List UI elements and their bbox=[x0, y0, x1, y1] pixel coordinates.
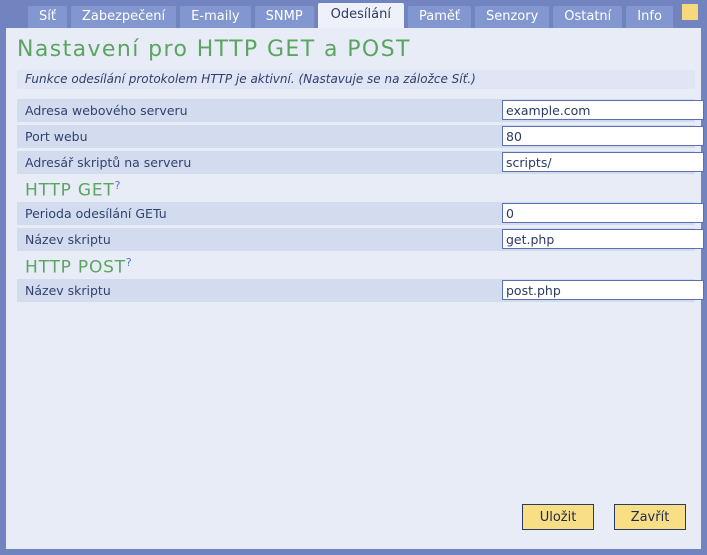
tab-zabezpe-en-[interactable]: Zabezpečení bbox=[70, 6, 177, 28]
close-button[interactable]: Zavřít bbox=[614, 504, 686, 530]
section-title-http-post: HTTP POST? bbox=[25, 256, 132, 278]
tab-ostatn-[interactable]: Ostatní bbox=[553, 6, 623, 28]
field-label-server-0: Adresa webového serveru bbox=[25, 103, 188, 118]
field-label-get-1: Název skriptu bbox=[25, 232, 111, 247]
section-title-text: HTTP GET bbox=[25, 180, 115, 201]
form-row: Port webu bbox=[17, 125, 704, 148]
section-header-http-get: HTTP GET? bbox=[17, 177, 695, 202]
field-label-server-1: Port webu bbox=[25, 129, 88, 144]
tab-list: Síť Zabezpečení E-maily SNMP Odesílání Paměť S… bbox=[28, 3, 673, 28]
tab-pam-[interactable]: Paměť bbox=[407, 6, 471, 28]
tab-odes-l-n-[interactable]: Odesílání bbox=[317, 3, 404, 28]
application-window: Síť Zabezpečení E-maily SNMP Odesílání Paměť S… bbox=[0, 0, 707, 555]
tab-senzory[interactable]: Senzory bbox=[474, 6, 550, 28]
tab-info[interactable]: Info bbox=[626, 6, 673, 28]
tab-e-maily[interactable]: E-maily bbox=[180, 6, 251, 28]
status-banner-text: Funkce odesílání protokolem HTTP je akti… bbox=[25, 72, 476, 86]
tab-snmp[interactable]: SNMP bbox=[254, 6, 314, 28]
input-server-1[interactable] bbox=[502, 126, 704, 146]
tab-bar: Síť Zabezpečení E-maily SNMP Odesílání Paměť S… bbox=[0, 0, 707, 28]
form-row: Adresář skriptů na serveru bbox=[17, 151, 704, 174]
help-link-http-get[interactable]: ? bbox=[115, 179, 121, 192]
field-label-post-0: Název skriptu bbox=[25, 283, 111, 298]
tab-s-[interactable]: Síť bbox=[28, 6, 67, 28]
save-button[interactable]: Uložit bbox=[522, 504, 594, 530]
help-link-http-post[interactable]: ? bbox=[126, 256, 132, 269]
input-get-1[interactable] bbox=[502, 229, 704, 249]
field-label-get-0: Perioda odesílání GETu bbox=[25, 206, 167, 221]
page-frame: Nastavení pro HTTP GET a POST Funkce ode… bbox=[0, 28, 707, 555]
form-row: Perioda odesílání GETu bbox=[17, 202, 704, 225]
form-row: Název skriptu bbox=[17, 228, 704, 251]
form-row: Název skriptu bbox=[17, 279, 704, 302]
input-server-2[interactable] bbox=[502, 152, 704, 172]
yellow-square-indicator-icon bbox=[682, 4, 698, 20]
section-header-http-post: HTTP POST? bbox=[17, 254, 695, 279]
status-banner: Funkce odesílání protokolem HTTP je akti… bbox=[17, 70, 695, 89]
input-post-0[interactable] bbox=[502, 280, 704, 300]
button-bar: Uložit Zavřít bbox=[6, 504, 701, 534]
input-get-0[interactable] bbox=[502, 203, 704, 223]
page-title: Nastavení pro HTTP GET a POST bbox=[17, 37, 411, 62]
input-server-0[interactable] bbox=[502, 100, 704, 120]
page-content: Nastavení pro HTTP GET a POST Funkce ode… bbox=[6, 28, 704, 549]
form-row: Adresa webového serveru bbox=[17, 99, 704, 122]
section-title-text: HTTP POST bbox=[25, 257, 126, 278]
field-label-server-2: Adresář skriptů na serveru bbox=[25, 155, 192, 170]
section-title-http-get: HTTP GET? bbox=[25, 179, 120, 201]
